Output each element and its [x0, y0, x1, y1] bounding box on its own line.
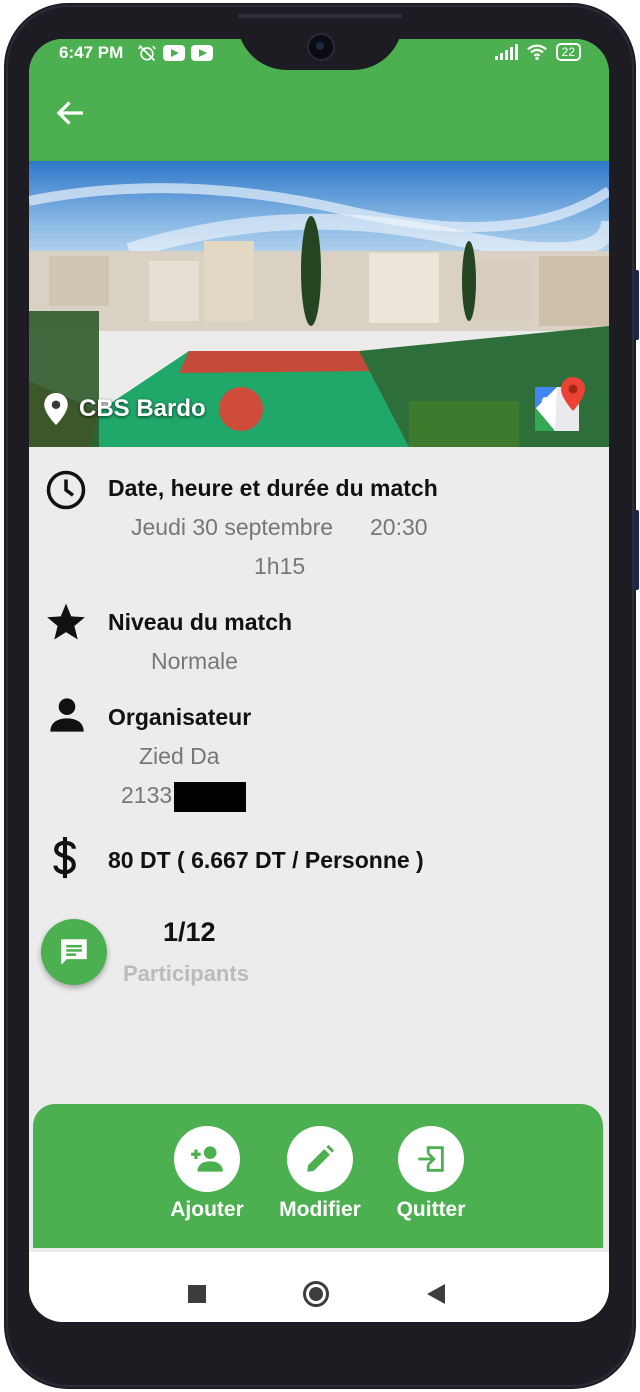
match-time: 20:30	[370, 514, 428, 540]
match-level: Normale	[151, 648, 238, 674]
add-participant-button[interactable]	[174, 1126, 240, 1192]
svg-text:g: g	[541, 391, 552, 411]
leave-match-label: Quitter	[396, 1198, 466, 1221]
dollar-icon	[53, 837, 76, 879]
status-time: 6:47 PM	[59, 43, 124, 62]
exit-icon	[418, 1146, 444, 1172]
edit-match-button[interactable]	[287, 1126, 353, 1192]
edit-match-label: Modifier	[279, 1198, 361, 1221]
app-bar	[29, 69, 609, 161]
level-section-title: Niveau du match	[108, 609, 293, 635]
youtube-icon	[191, 45, 213, 61]
leave-match-button[interactable]	[398, 1126, 464, 1192]
system-back-button[interactable]	[427, 1284, 445, 1304]
wifi-icon	[526, 44, 547, 61]
google-maps-icon[interactable]: g	[535, 377, 587, 433]
organizer-phone: 2133	[121, 782, 173, 808]
organizer-name: Zied Da	[139, 743, 220, 769]
youtube-icon	[163, 45, 185, 61]
location-name: CBS Bardo	[79, 395, 206, 422]
date-section-title: Date, heure et durée du match	[108, 475, 438, 501]
recents-button[interactable]	[188, 1285, 206, 1303]
star-icon	[47, 603, 85, 640]
status-system-icons: 22	[494, 43, 581, 61]
chat-button[interactable]	[41, 919, 107, 985]
match-date: Jeudi 30 septembre	[131, 514, 334, 540]
chat-icon	[61, 939, 87, 965]
clock-icon	[46, 470, 86, 510]
front-camera	[307, 33, 335, 61]
add-person-icon	[191, 1146, 223, 1172]
participants-label: Participants	[123, 961, 249, 986]
map-pin-icon	[44, 393, 68, 425]
app-screen: 6:47 PM 22 CBS Bardo g Date, heure et du…	[29, 39, 609, 1322]
person-icon	[50, 698, 84, 732]
add-participant-label: Ajouter	[170, 1198, 244, 1221]
edit-pencil-icon	[307, 1144, 335, 1172]
action-bar: Ajouter Modifier Quitter	[33, 1104, 603, 1248]
organizer-section-title: Organisateur	[108, 704, 252, 730]
participants-count: 1/12	[163, 917, 216, 947]
venue-photo: CBS Bardo g	[29, 161, 609, 447]
alarm-off-icon	[138, 44, 156, 62]
power-button	[634, 510, 639, 590]
redaction-box	[174, 782, 246, 812]
earpiece-speaker	[238, 14, 402, 18]
status-notification-icons	[137, 43, 213, 63]
battery-icon: 22	[555, 43, 581, 61]
price-text: 80 DT ( 6.667 DT / Personne )	[108, 847, 424, 873]
signal-icon	[494, 44, 518, 60]
home-button[interactable]	[303, 1281, 329, 1307]
location-row: CBS Bardo	[43, 393, 206, 425]
arrow-back-icon[interactable]	[53, 95, 89, 131]
match-duration: 1h15	[254, 553, 306, 579]
volume-button	[634, 270, 639, 340]
system-nav-bar	[29, 1252, 609, 1322]
